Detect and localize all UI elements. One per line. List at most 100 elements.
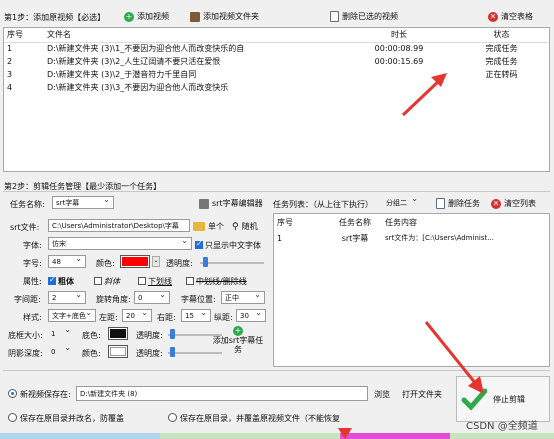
opacity-slider-thumb[interactable] bbox=[203, 257, 208, 267]
only-chinese-checkbox[interactable]: 只显示中文字体 bbox=[195, 239, 261, 251]
checkbox-icon bbox=[186, 277, 194, 285]
progress-fill bbox=[0, 433, 160, 439]
font-select[interactable]: 仿宋 bbox=[48, 237, 192, 250]
clear-table-label: 清空表格 bbox=[501, 12, 533, 21]
save-overwrite-radio[interactable]: 保存在原目录，并覆盖原视频文件（不能恢复 bbox=[168, 413, 340, 424]
save-new-radio[interactable]: 新视频保存在: bbox=[8, 389, 71, 400]
step1-label: 第1步：添加原视频【必选】 bbox=[4, 13, 106, 22]
left-margin-select[interactable]: 20 bbox=[122, 309, 152, 322]
plus-icon: + bbox=[124, 11, 134, 22]
style-select[interactable]: 文字+底色 bbox=[48, 309, 96, 322]
shadow-select[interactable]: 0 bbox=[48, 345, 74, 358]
radio-icon bbox=[8, 389, 17, 398]
position-label: 字幕位置: bbox=[181, 295, 216, 304]
col-task-no: 序号 bbox=[277, 217, 293, 227]
edit-icon bbox=[199, 198, 209, 209]
task-name-label: 任务名称: bbox=[10, 200, 45, 209]
row-status: 完成任务 bbox=[485, 44, 518, 54]
radio-icon bbox=[168, 413, 177, 422]
save-path-input[interactable]: D:\新建文件夹 (8) bbox=[76, 386, 368, 401]
close-icon: ✕ bbox=[488, 11, 498, 22]
bold-label: 粗体 bbox=[58, 277, 74, 286]
opacity-slider[interactable] bbox=[200, 262, 264, 264]
table-row[interactable]: 4 D:\新建文件夹 (3)\3_不要因为迎合他人而改变快乐 bbox=[4, 81, 549, 94]
row-status: 完成任务 bbox=[485, 57, 518, 66]
right-margin-select[interactable]: 15 bbox=[181, 309, 211, 322]
add-task-label: 添加srt字幕任务 bbox=[212, 336, 264, 354]
bg-opacity-slider-thumb[interactable] bbox=[170, 329, 175, 339]
progress-bar bbox=[0, 433, 554, 439]
bg-opacity-label: 透明度: bbox=[136, 331, 163, 340]
row-file: D:\新建文件夹 (3)\3_不要因为迎合他人而改变快乐 bbox=[47, 83, 229, 92]
document-icon bbox=[330, 11, 339, 22]
video-table-header: 序号 文件名 时长 状态 bbox=[4, 28, 549, 42]
underline-label: 下划线 bbox=[148, 277, 172, 286]
task-content: srt文件为：[C:\Users\Administ... bbox=[385, 234, 494, 242]
srt-editor-button[interactable]: srt字幕编辑器 bbox=[199, 198, 263, 209]
shadow-opacity-slider-thumb[interactable] bbox=[170, 347, 175, 357]
task-list-label: 任务列表：（从上往下执行） bbox=[273, 200, 373, 209]
wand-icon: ⚲ bbox=[232, 221, 239, 232]
table-row[interactable]: 1 srt字幕 srt文件为：[C:\Users\Administ... bbox=[274, 230, 549, 246]
add-video-button[interactable]: + 添加视频 bbox=[124, 11, 169, 22]
document-icon bbox=[436, 198, 445, 209]
add-folder-label: 添加视频文件夹 bbox=[203, 12, 259, 21]
table-row[interactable]: 3 D:\新建文件夹 (3)\2_于潜音符力千里自同 正在转码 bbox=[4, 68, 549, 81]
watermark: CSDN @全频道 bbox=[466, 421, 538, 432]
row-no: 1 bbox=[7, 44, 13, 54]
color-swatch bbox=[122, 257, 148, 266]
task-table-header: 序号 任务名称 任务内容 bbox=[274, 214, 549, 230]
srt-file-input[interactable]: C:\Users\Administrator\Desktop\字幕 bbox=[48, 219, 190, 232]
bold-checkbox[interactable]: 粗体 bbox=[48, 275, 74, 287]
shadow-color-picker[interactable] bbox=[108, 345, 128, 358]
single-button[interactable]: 单个 bbox=[193, 221, 224, 232]
color-picker[interactable] bbox=[120, 255, 150, 268]
delete-task-button[interactable]: 删除任务 bbox=[436, 198, 480, 209]
video-table[interactable]: 序号 文件名 时长 状态 1 D:\新建文件夹 (3)\1_不要因为迎合他人而改… bbox=[3, 27, 550, 172]
folder-icon bbox=[193, 222, 205, 231]
add-task-button[interactable]: + 添加srt字幕任务 bbox=[210, 326, 266, 360]
col-task-name: 任务名称 bbox=[339, 217, 371, 227]
radio-icon bbox=[8, 413, 17, 422]
checkbox-icon bbox=[94, 277, 102, 285]
attr-label: 属性: bbox=[23, 277, 42, 286]
table-row[interactable]: 1 D:\新建文件夹 (3)\1_不要因为迎合他人而改变快乐的自 00:00:0… bbox=[4, 42, 549, 55]
save-new-label: 新视频保存在: bbox=[20, 390, 71, 399]
task-table[interactable]: 序号 任务名称 任务内容 1 srt字幕 srt文件为：[C:\Users\Ad… bbox=[273, 213, 550, 367]
save-rename-label: 保存在原目录并改名，防覆盖 bbox=[20, 414, 124, 423]
dropdown-arrow-icon[interactable]: ⌄ bbox=[152, 256, 160, 267]
srt-editor-label: srt字幕编辑器 bbox=[212, 199, 263, 208]
col-filename: 文件名 bbox=[47, 30, 71, 40]
delete-task-label: 删除任务 bbox=[448, 199, 480, 208]
col-task-content: 任务内容 bbox=[385, 217, 417, 227]
vertical-margin-label: 纵距: bbox=[214, 313, 233, 322]
bg-size-select[interactable]: 1 bbox=[48, 327, 74, 340]
position-select[interactable]: 正中 bbox=[221, 291, 265, 304]
shadow-opacity-label: 透明度: bbox=[136, 349, 163, 358]
italic-checkbox[interactable]: 斜体 bbox=[94, 276, 120, 287]
spacing-label: 字间距: bbox=[14, 295, 41, 304]
color-swatch bbox=[110, 329, 126, 338]
clear-list-button[interactable]: ✕ 清空列表 bbox=[491, 198, 536, 209]
vertical-margin-select[interactable]: 30 bbox=[236, 309, 266, 322]
save-rename-radio[interactable]: 保存在原目录并改名，防覆盖 bbox=[8, 413, 124, 424]
rotate-select[interactable]: 0 bbox=[134, 291, 170, 304]
group-select[interactable]: 分组二 bbox=[383, 196, 421, 209]
spacing-select[interactable]: 2 bbox=[48, 291, 86, 304]
shadow-color-label: 颜色: bbox=[82, 349, 101, 358]
add-folder-button[interactable]: 添加视频文件夹 bbox=[190, 11, 259, 22]
delete-selected-button[interactable]: 删除已选的视频 bbox=[330, 11, 398, 22]
task-name-select[interactable]: srt字幕 bbox=[52, 196, 114, 209]
plus-icon: + bbox=[233, 326, 243, 336]
bg-color-picker[interactable] bbox=[108, 327, 128, 340]
table-row[interactable]: 2 D:\新建文件夹 (3)\2_人生辽阔请不要只活在爱恨 00:00:15.6… bbox=[4, 55, 549, 68]
random-button[interactable]: ⚲ 随机 bbox=[232, 221, 258, 232]
progress-segment bbox=[340, 433, 450, 439]
underline-checkbox[interactable]: 下划线 bbox=[138, 276, 172, 287]
clear-table-button[interactable]: ✕ 清空表格 bbox=[488, 11, 533, 22]
size-select[interactable]: 48 bbox=[48, 255, 86, 268]
close-icon: ✕ bbox=[491, 198, 501, 209]
browse-button[interactable]: 浏览 bbox=[374, 389, 390, 400]
strikethrough-checkbox[interactable]: 中划线/删除线 bbox=[186, 276, 247, 287]
left-margin-label: 左距: bbox=[99, 313, 118, 322]
